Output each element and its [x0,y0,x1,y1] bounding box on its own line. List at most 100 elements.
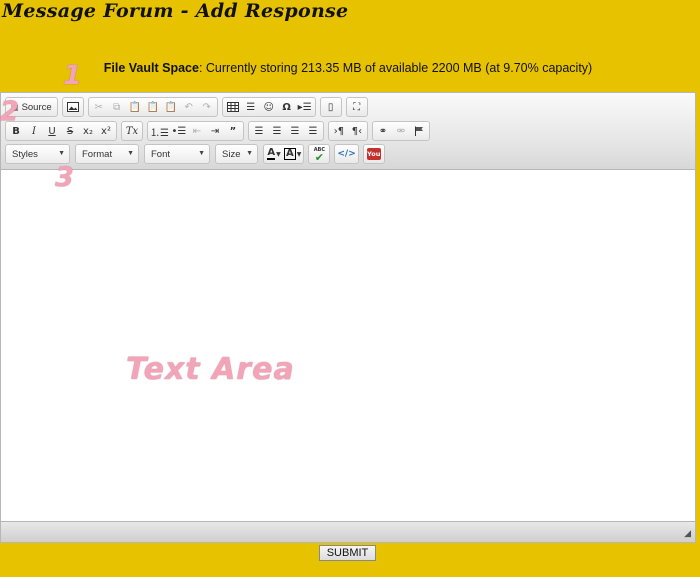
font-dropdown-label: Font [151,148,171,160]
size-dropdown[interactable]: Size ▼ [215,144,258,164]
preview-group: ▯ [319,97,342,117]
spellcheck-button[interactable]: ABC ✔ [310,145,328,163]
page-title: Message Forum - Add Response [2,0,349,22]
align-left-button[interactable]: ☰ [250,122,268,140]
redo-icon: ↷ [202,101,211,113]
maximize-group: ⛶ [345,97,368,117]
indent-button[interactable]: ⇥ [206,122,224,140]
file-vault-text: : Currently storing 213.35 MB of availab… [198,61,593,75]
superscript-icon: x² [101,125,111,137]
image-button[interactable] [64,98,82,116]
color-group: A ▼ A ▼ [263,144,305,164]
unlink-button[interactable]: ⚮ [392,122,410,140]
italic-icon: I [32,125,36,137]
file-vault-status: File Vault Space: Currently storing 213.… [0,61,696,75]
align-right-icon: ☰ [290,125,300,137]
paste-text-button[interactable]: 📋 [144,98,162,116]
spellcheck-group: ABC ✔ [308,144,331,164]
numbered-list-button[interactable]: ⒈☰ [149,122,170,140]
smiley-icon: ☺ [263,101,274,113]
rich-text-editor: ▣ Source ✂ ⧉ 📋 📋 📋 ↶ ↷ ☰ ☺ Ω ▸☰ ▯ ⛶ B I … [0,92,696,543]
anchor-button[interactable] [410,122,428,140]
annotation-number-1: 1 [63,60,82,91]
underline-button[interactable]: U [43,122,61,140]
resize-grip-icon[interactable]: ◢ [684,528,691,539]
code-snippet-button[interactable]: </> [336,145,356,163]
table-icon [226,102,239,112]
styles-dropdown[interactable]: Styles ▼ [5,144,70,164]
check-mark-icon: ✔ [314,151,324,164]
youtube-icon: You [366,148,381,160]
special-char-button[interactable]: Ω [278,98,296,116]
spellcheck-icon: ABC ✔ [314,147,325,164]
clipboard-group: ✂ ⧉ 📋 📋 📋 ↶ ↷ [87,97,218,117]
paste-button[interactable]: 📋 [126,98,144,116]
link-button[interactable]: ⚭ [374,122,392,140]
superscript-button[interactable]: x² [97,122,115,140]
align-right-button[interactable]: ☰ [286,122,304,140]
chevron-down-icon: ▼ [296,150,302,158]
format-dropdown[interactable]: Format ▼ [75,144,139,164]
numbered-list-icon: ⒈☰ [150,127,169,139]
paragraph-group: ⒈☰ •☰ ⇤ ⇥ ” [147,121,244,141]
outdent-button[interactable]: ⇤ [188,122,206,140]
remove-format-icon: Tx [125,125,139,137]
text-color-icon: A [267,147,276,160]
cut-button[interactable]: ✂ [90,98,108,116]
outdent-icon: ⇤ [192,125,202,137]
basic-styles-group: B I U S x₂ x² [5,121,117,141]
text-color-button[interactable]: A ▼ [265,145,283,163]
copy-icon: ⧉ [113,101,121,113]
blockquote-button[interactable]: ” [224,122,242,140]
align-justify-icon: ☰ [308,125,318,137]
paste-word-button[interactable]: 📋 [162,98,180,116]
format-dropdown-label: Format [82,148,113,160]
bulleted-list-button[interactable]: •☰ [170,122,188,140]
remove-format-button[interactable]: Tx [123,122,141,140]
align-center-icon: ☰ [272,125,282,137]
insert-group: ☰ ☺ Ω ▸☰ [221,97,316,117]
ltr-icon: ›¶ [333,125,345,137]
image-group [61,97,84,117]
unlink-icon: ⚮ [396,125,406,137]
youtube-group: You [362,144,385,164]
preview-button[interactable]: ▯ [322,98,340,116]
submit-button[interactable]: SUBMIT [319,545,376,561]
maximize-button[interactable]: ⛶ [348,98,366,116]
link-group: ⚭ ⚮ [371,121,430,141]
smiley-button[interactable]: ☺ [260,98,278,116]
toolbar-row-2: B I U S x₂ x² Tx ⒈☰ •☰ ⇤ ⇥ ” ☰ ☰ ☰ ☰ ›¶ … [5,121,434,141]
align-justify-button[interactable]: ☰ [304,122,322,140]
align-group: ☰ ☰ ☰ ☰ [247,121,324,141]
youtube-button[interactable]: You [365,145,383,163]
paste-icon: 📋 [128,101,141,113]
chevron-down-icon: ▼ [58,150,65,157]
subscript-button[interactable]: x₂ [79,122,97,140]
copy-button[interactable]: ⧉ [108,98,126,116]
editor-text-area[interactable]: Text Area [1,170,695,521]
align-center-button[interactable]: ☰ [268,122,286,140]
horizontal-line-button[interactable]: ☰ [242,98,260,116]
align-left-icon: ☰ [254,125,264,137]
font-dropdown[interactable]: Font ▼ [144,144,210,164]
blockquote-icon: ” [229,125,237,137]
annotation-number-2: 2 [0,96,19,127]
page-break-button[interactable]: ▸☰ [296,98,314,116]
italic-button[interactable]: I [25,122,43,140]
chevron-down-icon: ▼ [246,150,253,157]
undo-button[interactable]: ↶ [180,98,198,116]
ltr-button[interactable]: ›¶ [330,122,348,140]
table-button[interactable] [224,98,242,116]
paste-word-icon: 📋 [164,101,177,113]
undo-icon: ↶ [184,101,193,113]
redo-button[interactable]: ↷ [198,98,216,116]
editor-footer: ◢ [1,521,695,542]
chevron-down-icon: ▼ [198,150,205,157]
editor-toolbar: ▣ Source ✂ ⧉ 📋 📋 📋 ↶ ↷ ☰ ☺ Ω ▸☰ ▯ ⛶ B I … [1,93,695,170]
background-color-button[interactable]: A ▼ [283,145,302,163]
page-break-icon: ▸☰ [297,101,312,113]
strikethrough-button[interactable]: S [61,122,79,140]
maximize-icon: ⛶ [353,101,361,113]
code-group: </> [334,144,359,164]
rtl-button[interactable]: ¶‹ [348,122,366,140]
